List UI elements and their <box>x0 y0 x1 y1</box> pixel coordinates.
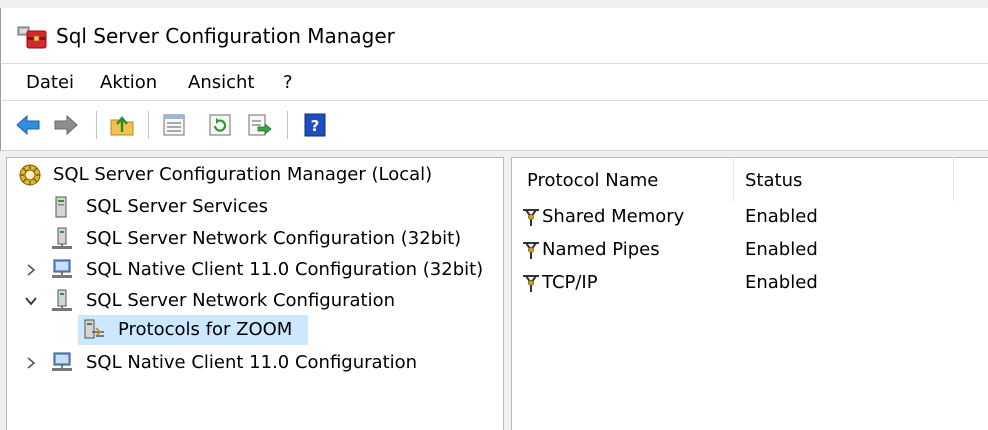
tree-item-native-client-32bit[interactable]: SQL Native Client 11.0 Configuration (32… <box>0 255 500 285</box>
client-computer-icon <box>52 352 72 371</box>
chevron-right-icon[interactable] <box>24 356 38 370</box>
client-computer-icon <box>52 259 72 278</box>
protocol-name: TCP/IP <box>542 272 598 293</box>
protocol-status: Enabled <box>745 206 818 227</box>
tree-item-label: Protocols for ZOOM <box>118 319 293 340</box>
tree-item-label: SQL Server Network Configuration (32bit) <box>86 228 462 249</box>
menu-ansicht[interactable]: Ansicht <box>188 72 254 94</box>
network-server-icon <box>52 227 72 249</box>
window-title: Sql Server Configuration Manager <box>56 24 395 48</box>
toolbar: ? <box>0 101 988 151</box>
list-row-named-pipes[interactable]: Named Pipes Enabled <box>512 235 988 265</box>
toolbar-separator <box>96 111 97 139</box>
tree-item-native-client[interactable]: SQL Native Client 11.0 Configuration <box>0 348 500 378</box>
protocol-status: Enabled <box>745 272 818 293</box>
column-header-status[interactable]: Status <box>745 165 802 197</box>
protocol-name: Named Pipes <box>542 239 660 260</box>
menu-aktion[interactable]: Aktion <box>100 72 157 94</box>
properties-icon[interactable] <box>161 112 187 138</box>
network-server-icon <box>52 289 72 311</box>
tree-item-root[interactable]: SQL Server Configuration Manager (Local) <box>0 160 500 190</box>
svg-text:?: ? <box>311 117 320 135</box>
tree-item-sql-server-services[interactable]: SQL Server Services <box>0 192 500 222</box>
refresh-icon[interactable] <box>207 112 233 138</box>
tree-item-label: SQL Native Client 11.0 Configuration <box>86 352 418 373</box>
tree-item-label: SQL Server Services <box>86 196 268 217</box>
top-strip <box>0 0 988 8</box>
help-icon[interactable]: ? <box>302 112 328 138</box>
config-manager-icon <box>19 164 41 186</box>
tree-item-network-config-32bit[interactable]: SQL Server Network Configuration (32bit) <box>0 224 500 254</box>
menu-bar: Datei Aktion Ansicht ? <box>0 63 988 101</box>
column-header-protocol-name[interactable]: Protocol Name <box>527 165 658 197</box>
protocols-icon <box>84 319 104 339</box>
chevron-down-icon[interactable] <box>24 294 38 308</box>
menu-help[interactable]: ? <box>283 72 293 94</box>
forward-arrow-icon[interactable] <box>53 112 79 138</box>
list-row-tcp-ip[interactable]: TCP/IP Enabled <box>512 268 988 298</box>
toolbar-separator <box>148 111 149 139</box>
chevron-right-icon[interactable] <box>24 263 38 277</box>
tree-root-label: SQL Server Configuration Manager (Local) <box>53 164 433 185</box>
menu-datei[interactable]: Datei <box>26 72 74 94</box>
server-icon <box>55 196 67 218</box>
title-bar[interactable]: Sql Server Configuration Manager <box>0 8 988 63</box>
pane-splitter[interactable] <box>504 157 511 430</box>
tree-item-network-config[interactable]: SQL Server Network Configuration <box>0 286 500 316</box>
back-arrow-icon[interactable] <box>15 112 41 138</box>
protocol-icon <box>523 275 539 292</box>
tree-item-label: SQL Server Network Configuration <box>86 290 396 311</box>
column-divider[interactable] <box>953 157 954 201</box>
up-folder-icon[interactable] <box>109 112 135 138</box>
column-divider[interactable] <box>733 157 734 201</box>
tree-item-label: SQL Native Client 11.0 Configuration (32… <box>86 259 484 280</box>
toolbar-separator <box>287 111 288 139</box>
export-list-icon[interactable] <box>246 112 272 138</box>
protocol-status: Enabled <box>745 239 818 260</box>
list-row-shared-memory[interactable]: Shared Memory Enabled <box>512 202 988 232</box>
tree-item-protocols-for-zoom[interactable]: Protocols for ZOOM <box>78 315 308 345</box>
protocol-icon <box>523 242 539 259</box>
toolbox-icon <box>17 26 47 49</box>
protocol-name: Shared Memory <box>542 206 685 227</box>
protocol-icon <box>523 209 539 226</box>
sql-config-manager-window: Sql Server Configuration Manager Datei A… <box>0 0 988 430</box>
